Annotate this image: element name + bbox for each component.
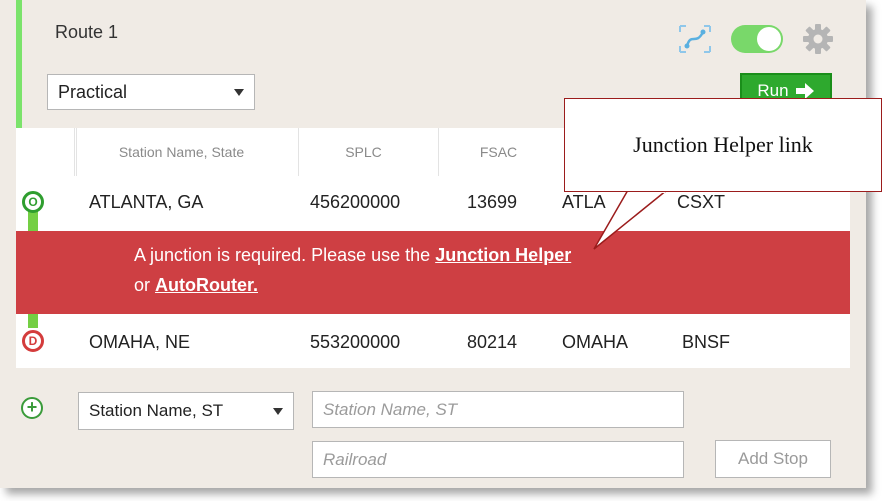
junction-alert-line-1: A junction is required. Please use the J… bbox=[134, 245, 571, 266]
junction-required-alert: A junction is required. Please use the J… bbox=[16, 231, 850, 314]
callout-text: Junction Helper link bbox=[633, 132, 813, 157]
origin-marker: O bbox=[22, 191, 44, 213]
add-stop-button[interactable]: Add Stop bbox=[715, 440, 831, 478]
station-cell: OMAHA, NE bbox=[89, 332, 191, 352]
splc-cell: 456200000 bbox=[310, 192, 401, 212]
gear-icon[interactable] bbox=[802, 23, 834, 55]
city-cell: OMAHA bbox=[562, 332, 629, 352]
chevron-down-icon bbox=[273, 408, 283, 415]
junction-helper-callout: Junction Helper link bbox=[564, 98, 882, 192]
junction-alert-text: A junction is required. Please use the bbox=[134, 245, 436, 265]
column-header-splc: SPLC bbox=[298, 128, 428, 176]
station-cell: ATLANTA, GA bbox=[89, 192, 204, 212]
arrow-right-icon bbox=[795, 83, 814, 99]
chevron-down-icon bbox=[234, 89, 244, 96]
junction-alert-or-text: or bbox=[134, 275, 156, 295]
fsac-cell: 13699 bbox=[467, 192, 518, 212]
search-type-value: Station Name, ST bbox=[89, 401, 224, 420]
destination-marker: D bbox=[22, 330, 44, 352]
railroad-cell: BNSF bbox=[682, 332, 731, 352]
railroad-input[interactable] bbox=[312, 441, 684, 478]
map-route-icon[interactable] bbox=[676, 22, 714, 56]
station-name-input[interactable] bbox=[312, 391, 684, 428]
column-header-fsac: FSAC bbox=[438, 128, 558, 176]
splc-cell: 553200000 bbox=[310, 332, 401, 352]
route-title: Route 1 bbox=[55, 22, 119, 42]
junction-helper-link[interactable]: Junction Helper bbox=[435, 245, 571, 265]
search-type-select[interactable]: Station Name, ST bbox=[78, 392, 294, 430]
plus-icon[interactable]: + bbox=[21, 397, 43, 419]
route-type-select[interactable]: Practical bbox=[47, 74, 255, 110]
route-panel: Route 1 Practical Run Station Name, Stat… bbox=[0, 0, 866, 488]
column-header-blank bbox=[74, 128, 75, 176]
column-header-station: Station Name, State bbox=[76, 128, 286, 176]
junction-alert-line-2: or AutoRouter. bbox=[134, 275, 258, 296]
route-enabled-toggle[interactable] bbox=[731, 25, 783, 53]
autorouter-link[interactable]: AutoRouter. bbox=[155, 275, 258, 295]
route-type-value: Practical bbox=[58, 81, 128, 102]
city-cell: ATLA bbox=[562, 192, 606, 212]
railroad-cell: CSXT bbox=[677, 192, 726, 212]
fsac-cell: 80214 bbox=[467, 332, 518, 352]
